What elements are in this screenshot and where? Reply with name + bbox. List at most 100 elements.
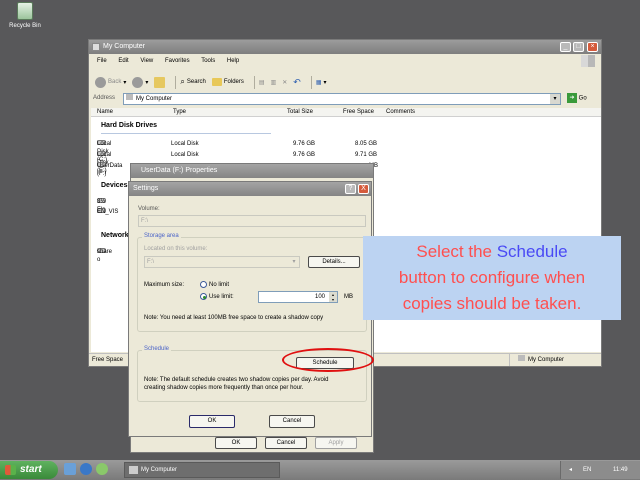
views-button[interactable]: ▦ ▾ <box>316 79 327 86</box>
windows-logo-icon <box>581 55 595 67</box>
computer-icon <box>92 43 100 51</box>
settings-close-button[interactable]: X <box>358 184 369 194</box>
details-button[interactable]: Details... <box>308 256 360 268</box>
schedule-note-line2: creating shadow copies more frequently t… <box>144 385 304 391</box>
menu-edit[interactable]: Edit <box>118 58 128 64</box>
recycle-bin-desktop-icon[interactable]: Recycle Bin <box>6 2 44 29</box>
properties-title: UserData (F:) Properties <box>141 167 218 174</box>
explorer-titlebar[interactable]: My Computer _ □ × <box>89 40 601 54</box>
clock[interactable]: 11:49 <box>613 461 628 479</box>
address-input[interactable]: My Computer ▾ <box>123 93 561 105</box>
no-limit-radio[interactable]: No limit <box>200 281 229 288</box>
taskbar-task-my-computer[interactable]: My Computer <box>124 462 280 478</box>
drive-row[interactable]: Local Disk (E:) Local Disk 9.76 GB 9.71 … <box>91 151 601 174</box>
storage-area-group: Storage area Located on this volume: F:\… <box>137 233 367 332</box>
settings-titlebar[interactable]: Settings ? X <box>129 182 371 196</box>
search-button[interactable]: ⌕ Search <box>180 77 206 87</box>
col-comments[interactable]: Comments <box>386 108 415 116</box>
help-button[interactable]: ? <box>345 184 356 194</box>
use-limit-radio[interactable]: Use limit: <box>200 293 234 300</box>
toolbar-separator <box>175 75 177 89</box>
recycle-bin-label: Recycle Bin <box>9 23 41 29</box>
located-dropdown-icon[interactable]: ▾ <box>289 257 299 267</box>
up-folder-button[interactable] <box>154 76 166 88</box>
system-tray: ◂ EN 11:49 <box>560 461 640 479</box>
volume-field: F:\ <box>138 215 366 227</box>
toolbar: Back ▾ ▾ ⌕ Search Folders ▤ ▥ ✕ ↶ ▦ ▾ <box>95 74 333 90</box>
properties-cancel-button[interactable]: Cancel <box>265 437 307 449</box>
up-folder-icon <box>154 76 166 88</box>
search-icon: ⌕ <box>180 77 185 86</box>
properties-apply-button[interactable]: Apply <box>315 437 357 449</box>
status-location: My Computer <box>509 354 564 366</box>
delete-button[interactable]: ✕ <box>282 79 287 86</box>
radio-off-icon <box>200 281 207 288</box>
col-free-space[interactable]: Free Space <box>343 108 374 116</box>
schedule-legend: Schedule <box>142 346 172 352</box>
explorer-title: My Computer <box>103 43 146 50</box>
move-to-button[interactable]: ▤ <box>259 79 265 86</box>
drive-row[interactable]: Local Disk (C:) Local Disk 9.76 GB 8.05 … <box>91 140 601 163</box>
back-button[interactable]: Back ▾ <box>95 76 126 88</box>
col-name[interactable]: Name <box>97 108 113 116</box>
located-select[interactable]: F:\ ▾ <box>144 256 300 268</box>
forward-arrow-icon <box>132 76 144 88</box>
settings-title: Settings <box>133 185 159 192</box>
limit-spinner-icon[interactable]: ▴ ▾ <box>329 292 337 302</box>
radio-on-icon <box>200 293 207 300</box>
menubar: File Edit View Favorites Tools Help <box>97 58 249 64</box>
storage-area-legend: Storage area <box>142 233 181 239</box>
close-button[interactable]: × <box>587 42 598 52</box>
undo-icon: ↶ <box>293 76 301 87</box>
maximize-button[interactable]: □ <box>573 42 584 52</box>
settings-dialog: Settings ? X Volume: F:\ Storage area Lo… <box>128 181 372 437</box>
limit-unit: MB <box>344 294 353 300</box>
views-icon: ▦ <box>315 79 322 86</box>
recycle-bin-icon <box>17 2 33 20</box>
computer-icon <box>129 466 138 474</box>
address-dropdown-icon[interactable]: ▾ <box>550 94 560 104</box>
quick-launch <box>64 463 108 477</box>
settings-ok-button[interactable]: OK <box>189 415 235 428</box>
volume-label: Volume: <box>138 206 160 212</box>
address-bar: Address My Computer ▾ ➜ Go <box>93 93 599 105</box>
settings-cancel-button[interactable]: Cancel <box>269 415 315 428</box>
media-quicklaunch-icon[interactable] <box>96 463 108 475</box>
group-network: Network <box>101 232 129 239</box>
minimize-button[interactable]: _ <box>560 42 571 52</box>
tray-speaker-icon[interactable]: ◂ <box>569 461 572 479</box>
menu-file[interactable]: File <box>97 58 107 64</box>
col-total-size[interactable]: Total Size <box>287 108 313 116</box>
callout-line2: button to configure when <box>398 268 586 287</box>
callout-line3: copies should be taken. <box>402 294 582 313</box>
go-arrow-icon: ➜ <box>567 93 577 103</box>
storage-note: Note: You need at least 100MB free space… <box>144 315 324 321</box>
col-type[interactable]: Type <box>173 108 186 116</box>
language-indicator[interactable]: EN <box>583 461 591 479</box>
column-headers: Name Type Total Size Free Space Comments <box>91 108 601 117</box>
forward-button[interactable]: ▾ <box>132 76 148 88</box>
undo-button[interactable]: ↶ <box>293 77 301 88</box>
properties-titlebar[interactable]: UserData (F:) Properties <box>131 164 373 178</box>
schedule-highlight-ring <box>282 348 374 372</box>
computer-small-icon <box>518 355 525 361</box>
toolbar-separator <box>310 75 312 89</box>
folders-button[interactable]: Folders <box>211 78 244 86</box>
ie-quicklaunch-icon[interactable] <box>80 463 92 475</box>
group-devices: Devices <box>101 182 128 189</box>
delete-icon: ✕ <box>282 79 288 86</box>
start-button[interactable]: start <box>0 461 58 479</box>
limit-input[interactable]: 100 ▴ ▾ <box>258 291 338 303</box>
group-divider <box>101 133 271 134</box>
computer-small-icon <box>126 94 133 100</box>
menu-view[interactable]: View <box>140 58 153 64</box>
menu-tools[interactable]: Tools <box>201 58 215 64</box>
menu-help[interactable]: Help <box>227 58 239 64</box>
properties-ok-button[interactable]: OK <box>215 437 257 449</box>
back-arrow-icon <box>95 76 106 88</box>
desktop-quicklaunch-icon[interactable] <box>64 463 76 475</box>
status-text: Free Space <box>92 357 124 363</box>
menu-favorites[interactable]: Favorites <box>165 58 190 64</box>
copy-to-button[interactable]: ▥ <box>271 79 277 86</box>
go-button[interactable]: ➜ Go <box>567 93 587 103</box>
